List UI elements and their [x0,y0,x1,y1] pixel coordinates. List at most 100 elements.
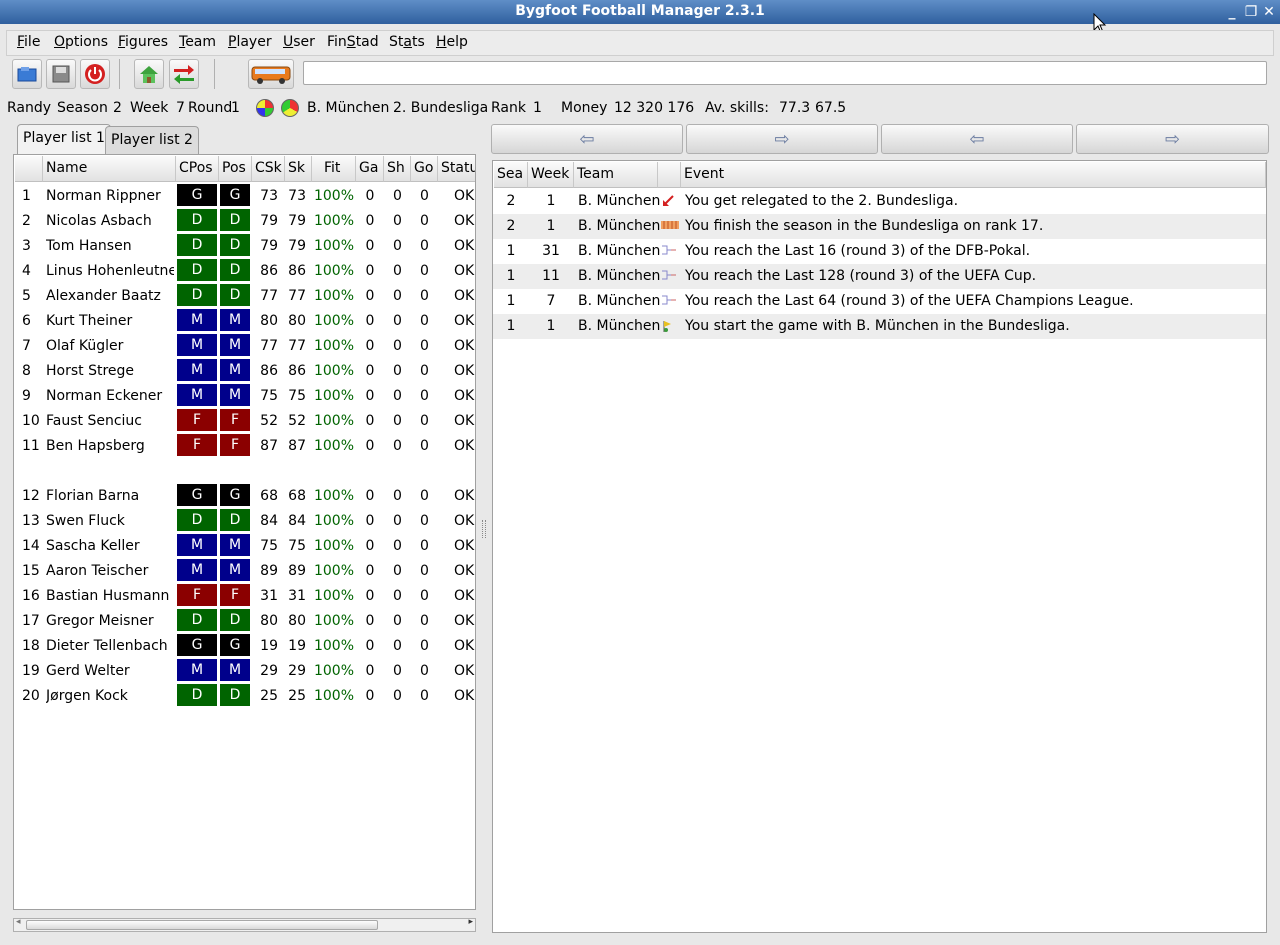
player-csk: 75 [260,388,278,404]
message-entry[interactable] [303,61,1267,85]
quit-button[interactable] [80,59,110,89]
player-name: Norman Rippner [46,188,161,204]
table-row[interactable]: 9 Norman Eckener M M 75 75 100% 0 0 0 OK [14,383,475,408]
menu-stats[interactable]: Stats [389,34,425,50]
table-row[interactable]: 2 Nicolas Asbach D D 79 79 100% 0 0 0 OK [14,208,475,233]
table-row[interactable]: 19 Gerd Welter M M 29 29 100% 0 0 0 OK [14,658,475,683]
table-row[interactable]: 18 Dieter Tellenbach G G 19 19 100% 0 0 0 OK [14,633,475,658]
table-row[interactable]: 6 Kurt Theiner M M 80 80 100% 0 0 0 OK [14,308,475,333]
menu-finstad[interactable]: FinStad [327,34,379,50]
table-row[interactable]: 1 1 B. München You start the game with B. M… [493,314,1266,339]
menu-figures[interactable]: Figures [118,34,168,50]
load-game-button[interactable] [12,59,42,89]
window-title: Bygfoot Football Manager 2.3.1 [515,3,765,19]
next-item-button[interactable]: ⇨ [1076,124,1269,154]
player-pos-badge: F [220,584,250,606]
next-view-button[interactable]: ⇨ [686,124,878,154]
player-shots: 0 [393,513,402,529]
player-games: 0 [365,188,375,204]
hdr-event[interactable]: Event [681,162,1266,188]
player-fitness: 100% [313,288,355,304]
table-row[interactable]: 1 11 B. München You reach the Last 128 (rou… [493,264,1266,289]
hdr-csk[interactable]: CSk [252,156,285,182]
transfers-button[interactable] [169,59,199,89]
style-indicator-icon[interactable] [256,99,274,117]
player-name: Norman Eckener [46,388,163,404]
table-row[interactable]: 1 7 B. München You reach the Last 64 (round… [493,289,1266,314]
menu-user[interactable]: User [283,34,315,50]
table-row[interactable]: 12 Florian Barna G G 68 68 100% 0 0 0 OK [14,483,475,508]
maximize-icon[interactable]: ❐ [1243,4,1259,20]
player-status: OK [454,688,475,704]
hdr-event-icon[interactable] [658,162,681,188]
player-shots: 0 [393,588,402,604]
menu-file[interactable]: File [17,34,40,50]
minimize-icon[interactable]: _ [1224,4,1240,20]
tab-player-list-1[interactable]: Player list 1 [17,124,111,155]
player-name: Sascha Keller [46,538,140,554]
table-row[interactable]: 4 Linus Hohenleutner D D 86 86 100% 0 0 0 OK [14,258,475,283]
close-icon[interactable]: ✕ [1261,4,1277,20]
player-number: 7 [22,338,31,354]
player-pos-badge: M [220,384,250,406]
player-fitness: 100% [313,538,355,554]
hdr-goals[interactable]: Go [411,156,438,182]
table-row[interactable]: 7 Olaf Kügler M M 77 77 100% 0 0 0 OK [14,333,475,358]
table-row[interactable]: 11 Ben Hapsberg F F 87 87 100% 0 0 0 OK [14,433,475,458]
player-number: 10 [22,413,40,429]
table-row[interactable]: 17 Gregor Meisner D D 80 80 100% 0 0 0 OK [14,608,475,633]
save-game-button[interactable] [46,59,76,89]
menu-options[interactable]: Options [54,34,108,50]
hdr-shots[interactable]: Sh [384,156,411,182]
table-row[interactable]: 2 1 B. München You finish the season in the… [493,214,1266,239]
table-row[interactable]: 13 Swen Fluck D D 84 84 100% 0 0 0 OK [14,508,475,533]
back-to-main-button[interactable] [134,59,164,89]
menu-help[interactable]: Help [436,34,468,50]
new-week-button[interactable] [248,59,294,89]
player-sk: 25 [288,688,306,704]
hdr-number[interactable] [15,156,43,182]
table-row[interactable]: 16 Bastian Husmann F F 31 31 100% 0 0 0 OK [14,583,475,608]
table-row[interactable]: 15 Aaron Teischer M M 89 89 100% 0 0 0 OK [14,558,475,583]
relegation-arrow-icon [661,189,681,214]
player-pos-badge: M [220,559,250,581]
table-row[interactable]: 10 Faust Senciuc F F 52 52 100% 0 0 0 OK [14,408,475,433]
player-csk: 79 [260,213,278,229]
prev-view-button[interactable]: ⇦ [491,124,683,154]
scroll-left-icon[interactable]: ◂ [16,917,21,927]
player-pos-badge: G [220,484,250,506]
player-name: Horst Strege [46,363,135,379]
table-row[interactable]: 3 Tom Hansen D D 79 79 100% 0 0 0 OK [14,233,475,258]
table-row[interactable]: 1 31 B. München You reach the Last 16 (roun… [493,239,1266,264]
scrollbar-thumb[interactable] [26,920,378,930]
table-row[interactable]: 2 1 B. München You get relegated to the 2. … [493,189,1266,214]
event-week: 31 [542,243,560,259]
hdr-sk[interactable]: Sk [285,156,312,182]
hdr-fit[interactable]: Fit [312,156,356,182]
player-list-hscrollbar[interactable]: ◂ ▸ [13,917,476,932]
table-row[interactable]: 20 Jørgen Kock D D 25 25 100% 0 0 0 OK [14,683,475,708]
player-csk: 89 [260,563,278,579]
scroll-right-icon[interactable]: ▸ [468,917,473,927]
player-fitness: 100% [313,563,355,579]
table-row[interactable]: 1 Norman Rippner G G 73 73 100% 0 0 0 OK [14,183,475,208]
table-row[interactable]: 14 Sascha Keller M M 75 75 100% 0 0 0 OK [14,533,475,558]
hdr-pos[interactable]: Pos [219,156,252,182]
hdr-status[interactable]: Status [438,156,475,182]
menu-player[interactable]: Player [228,34,272,50]
player-name: Faust Senciuc [46,413,142,429]
tab-player-list-2[interactable]: Player list 2 [105,126,199,154]
hdr-cpos[interactable]: CPos [176,156,219,182]
hdr-name[interactable]: Name [43,156,176,182]
table-row[interactable]: 8 Horst Strege M M 86 86 100% 0 0 0 OK [14,358,475,383]
hdr-team[interactable]: Team [574,162,658,188]
hdr-season[interactable]: Sea [494,162,528,188]
table-row[interactable]: 5 Alexander Baatz D D 77 77 100% 0 0 0 OK [14,283,475,308]
menu-team[interactable]: Team [179,34,216,50]
boost-indicator-icon[interactable] [281,99,299,117]
prev-item-button[interactable]: ⇦ [881,124,1073,154]
hdr-games[interactable]: Ga [356,156,384,182]
pane-splitter[interactable] [482,520,486,538]
hdr-week[interactable]: Week [528,162,574,188]
player-fitness: 100% [313,638,355,654]
